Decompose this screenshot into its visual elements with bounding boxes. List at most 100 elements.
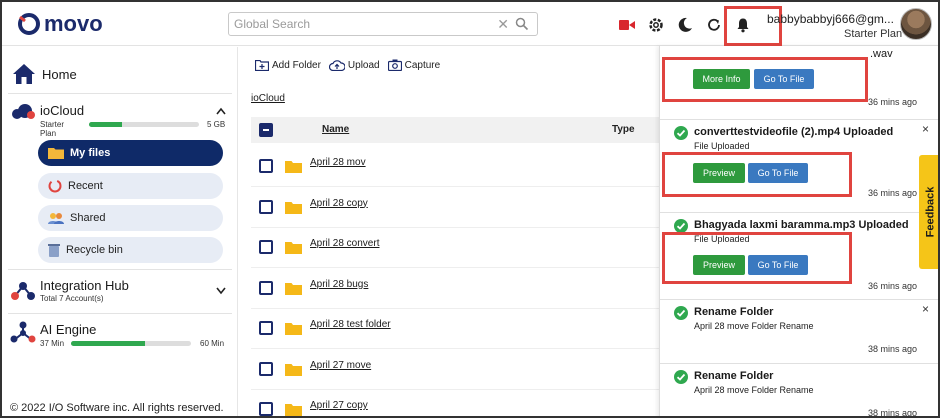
table-header: Name Type — [251, 117, 659, 143]
notification-title: converttestvideofile (2).mp4 Uploaded — [694, 126, 894, 138]
success-check-icon — [674, 126, 688, 140]
recycle-bin-icon — [48, 244, 60, 257]
divider — [8, 93, 232, 94]
column-header-name[interactable]: Name — [322, 124, 349, 135]
capture-label: Capture — [404, 59, 441, 71]
add-folder-button[interactable]: Add Folder — [255, 59, 321, 71]
ai-engine-total: 60 Min — [200, 339, 225, 348]
sidebar-item-my-files[interactable]: My files — [38, 140, 223, 166]
sidebar-item-recent[interactable]: Recent — [38, 173, 223, 199]
avatar[interactable] — [900, 8, 932, 40]
file-name-link[interactable]: April 28 convert — [310, 238, 379, 249]
divider — [8, 269, 232, 270]
folder-icon — [48, 148, 64, 159]
upload-label: Upload — [347, 59, 380, 71]
highlight-box — [662, 57, 868, 102]
search-input[interactable] — [229, 13, 479, 35]
notification-subtitle: April 28 move Folder Rename — [694, 385, 814, 395]
row-checkbox[interactable] — [259, 280, 273, 295]
user-plan: Starter Plan — [844, 28, 903, 40]
row-checkbox[interactable] — [259, 199, 273, 214]
app-window: movo ✕ babby — [0, 0, 940, 418]
sidebar-item-home[interactable]: Home — [12, 63, 77, 85]
folder-icon — [285, 161, 302, 173]
row-checkbox[interactable] — [259, 361, 273, 376]
settings-gear-icon[interactable] — [643, 14, 669, 36]
storage-bar-fill — [89, 122, 122, 127]
sidebar-item-recycle-bin[interactable]: Recycle bin — [38, 237, 223, 263]
iocloud-title: ioCloud — [40, 103, 85, 118]
folder-icon — [285, 282, 302, 295]
highlight-box — [662, 152, 852, 197]
storage-cap: 5 GB — [207, 120, 226, 129]
highlight-box — [662, 232, 852, 284]
iocloud-icon — [12, 104, 35, 119]
success-check-icon — [674, 370, 688, 384]
sidebar-item-label: Recent — [68, 180, 103, 192]
feedback-tab[interactable]: Feedback — [919, 155, 938, 269]
table-row[interactable]: April 28 mov — [251, 147, 659, 187]
movo-logo[interactable]: movo — [16, 10, 103, 38]
notification-time: 38 mins ago — [867, 408, 917, 418]
chevron-down-icon[interactable] — [216, 287, 226, 295]
close-icon[interactable]: × — [922, 302, 929, 316]
file-name-link[interactable]: April 28 copy — [310, 198, 368, 209]
integration-hub-title[interactable]: Integration Hub — [40, 278, 129, 293]
table-row[interactable]: April 28 copy — [251, 188, 659, 228]
row-checkbox[interactable] — [259, 321, 273, 335]
chevron-up-icon[interactable] — [216, 107, 226, 115]
folder-icon — [285, 404, 302, 416]
folder-icon — [285, 242, 302, 254]
column-header-type[interactable]: Type — [612, 124, 635, 135]
video-record-icon[interactable] — [614, 14, 640, 36]
logo-mark-icon — [18, 13, 40, 35]
integration-hub-subtitle: Total 7 Account(s) — [40, 294, 104, 303]
ai-engine-icon — [10, 321, 36, 343]
close-icon[interactable]: × — [922, 122, 929, 136]
row-checkbox[interactable] — [259, 402, 273, 416]
notification-subtitle: April 28 move Folder Rename — [694, 321, 814, 331]
folder-icon — [285, 201, 302, 214]
success-check-icon — [674, 219, 688, 233]
camera-icon — [387, 59, 402, 71]
row-checkbox[interactable] — [259, 240, 273, 254]
sidebar-item-label: Recycle bin — [66, 244, 123, 256]
folder-icon — [285, 323, 302, 335]
file-name-link[interactable]: April 27 copy — [310, 400, 368, 411]
file-name-link[interactable]: April 28 bugs — [310, 279, 368, 290]
notification-panel: .wav More Info Go To File 36 mins ago co… — [659, 46, 938, 418]
user-email[interactable]: babbybabbyj666@gm... — [767, 12, 894, 26]
select-all-checkbox[interactable] — [259, 123, 273, 137]
add-folder-label: Add Folder — [272, 59, 321, 71]
home-icon — [13, 64, 35, 84]
notification-time: 38 mins ago — [867, 344, 917, 354]
iocloud-plan: Starter Plan — [40, 120, 65, 138]
table-row[interactable]: April 28 test folder — [251, 309, 659, 349]
logo-text: movo — [44, 11, 103, 36]
sidebar-item-label: Shared — [70, 212, 106, 224]
upload-button[interactable]: Upload — [328, 59, 380, 71]
table-row[interactable]: April 27 move — [251, 350, 659, 390]
ai-usage-bar — [71, 341, 191, 346]
clear-search-icon[interactable]: ✕ — [497, 16, 509, 33]
divider — [8, 313, 232, 314]
sidebar-item-shared[interactable]: Shared — [38, 205, 223, 231]
feedback-label: Feedback — [924, 186, 937, 238]
table-row[interactable]: April 28 bugs — [251, 269, 659, 309]
file-name-link[interactable]: April 27 move — [310, 360, 371, 371]
notification-title: Rename Folder — [694, 370, 774, 382]
folder-icon — [285, 363, 302, 376]
file-name-link[interactable]: April 28 mov — [310, 157, 366, 168]
global-search[interactable]: ✕ — [228, 12, 538, 36]
table-row[interactable]: April 27 copy — [251, 390, 659, 416]
capture-button[interactable]: Capture — [387, 59, 441, 71]
row-checkbox[interactable] — [259, 159, 273, 173]
file-name-link[interactable]: April 28 test folder — [310, 319, 391, 330]
notification-title: Bhagyada laxmi baramma.mp3 Uploaded — [694, 219, 909, 231]
file-toolbar: Add Folder Upload Capture — [255, 59, 448, 71]
theme-moon-icon[interactable] — [672, 14, 698, 36]
table-row[interactable]: April 28 convert — [251, 228, 659, 268]
search-icon[interactable] — [515, 17, 529, 34]
breadcrumb[interactable]: ioCloud — [251, 93, 285, 104]
ai-engine-title[interactable]: AI Engine — [40, 322, 96, 337]
